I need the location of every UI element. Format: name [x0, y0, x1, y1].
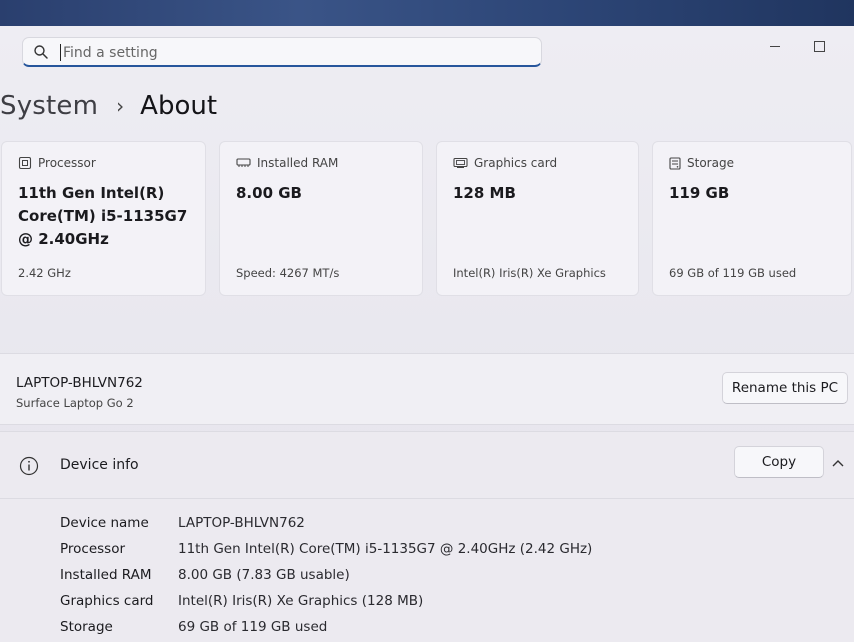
- storage-card: Storage 119 GB 69 GB of 119 GB used: [652, 141, 852, 296]
- ram-card-speed: Speed: 4267 MT/s: [236, 266, 340, 280]
- graphics-card: Graphics card 128 MB Intel(R) Iris(R) Xe…: [436, 141, 639, 296]
- chevron-up-icon[interactable]: [830, 456, 846, 470]
- spec-value: 69 GB of 119 GB used: [178, 619, 328, 635]
- processor-card: Processor 11th Gen Intel(R) Core(TM) i5-…: [1, 141, 206, 296]
- breadcrumb-chevron-icon: ›: [116, 94, 125, 118]
- search-box[interactable]: [22, 37, 542, 67]
- ram-card-title: Installed RAM: [257, 156, 339, 170]
- spec-label: Storage: [60, 619, 113, 635]
- processor-card-header: Processor: [18, 156, 96, 170]
- graphics-card-value: 128 MB: [453, 184, 516, 202]
- spec-value: 11th Gen Intel(R) Core(TM) i5-1135G7 @ 2…: [178, 541, 593, 557]
- spec-row-installed-ram: Installed RAM 8.00 GB (7.83 GB usable): [0, 564, 854, 590]
- maximize-button[interactable]: [808, 36, 830, 58]
- desktop-strip: [0, 0, 854, 26]
- device-info-title: Device info: [60, 457, 139, 473]
- minimize-button[interactable]: [764, 36, 786, 58]
- graphics-card-icon: [453, 157, 468, 168]
- graphics-card-header: Graphics card: [453, 156, 557, 170]
- spec-row-graphics-card: Graphics card Intel(R) Iris(R) Xe Graphi…: [0, 590, 854, 616]
- pc-name-panel: LAPTOP-BHLVN762 Surface Laptop Go 2 Rena…: [0, 353, 854, 425]
- pc-name: LAPTOP-BHLVN762: [16, 375, 143, 391]
- rename-pc-button[interactable]: Rename this PC: [722, 372, 848, 404]
- settings-window: System › About Processor 11th Gen Intel(…: [0, 26, 854, 642]
- search-icon: [34, 45, 48, 59]
- storage-card-value: 119 GB: [669, 184, 730, 202]
- spec-row-device-name: Device name LAPTOP-BHLVN762: [0, 512, 854, 538]
- breadcrumb-system[interactable]: System: [0, 91, 98, 121]
- spec-row-processor: Processor 11th Gen Intel(R) Core(TM) i5-…: [0, 538, 854, 564]
- ram-card-value: 8.00 GB: [236, 184, 302, 202]
- device-info-header[interactable]: Device info Copy: [0, 432, 854, 499]
- spec-label: Processor: [60, 541, 126, 557]
- graphics-card-name: Intel(R) Iris(R) Xe Graphics: [453, 266, 606, 280]
- graphics-card-title: Graphics card: [474, 156, 558, 170]
- pc-model: Surface Laptop Go 2: [16, 396, 134, 410]
- info-icon: [19, 456, 39, 476]
- search-input[interactable]: [61, 39, 525, 67]
- storage-card-title: Storage: [687, 156, 734, 170]
- processor-card-title: Processor: [38, 156, 96, 170]
- spec-value: LAPTOP-BHLVN762: [178, 515, 305, 531]
- storage-card-header: Storage: [669, 156, 734, 170]
- breadcrumb: System › About: [0, 86, 217, 126]
- storage-card-usage: 69 GB of 119 GB used: [669, 266, 797, 280]
- memory-icon: [236, 158, 251, 167]
- processor-card-speed: 2.42 GHz: [18, 266, 71, 280]
- processor-card-value: 11th Gen Intel(R) Core(TM) i5-1135G7 @ 2…: [18, 184, 188, 248]
- page-title: About: [140, 91, 218, 121]
- processor-icon: [18, 156, 32, 170]
- spec-label: Device name: [60, 515, 149, 531]
- ram-card: Installed RAM 8.00 GB Speed: 4267 MT/s: [219, 141, 423, 296]
- ram-card-header: Installed RAM: [236, 156, 338, 170]
- device-info-panel: Device info Copy Device name LAPTOP-BHLV…: [0, 431, 854, 642]
- storage-icon: [669, 156, 681, 170]
- spec-row-storage: Storage 69 GB of 119 GB used: [0, 616, 854, 642]
- spec-label: Installed RAM: [60, 567, 152, 583]
- spec-value: 8.00 GB (7.83 GB usable): [178, 567, 350, 583]
- spec-value: Intel(R) Iris(R) Xe Graphics (128 MB): [178, 593, 424, 609]
- copy-button[interactable]: Copy: [734, 446, 824, 478]
- spec-label: Graphics card: [60, 593, 154, 609]
